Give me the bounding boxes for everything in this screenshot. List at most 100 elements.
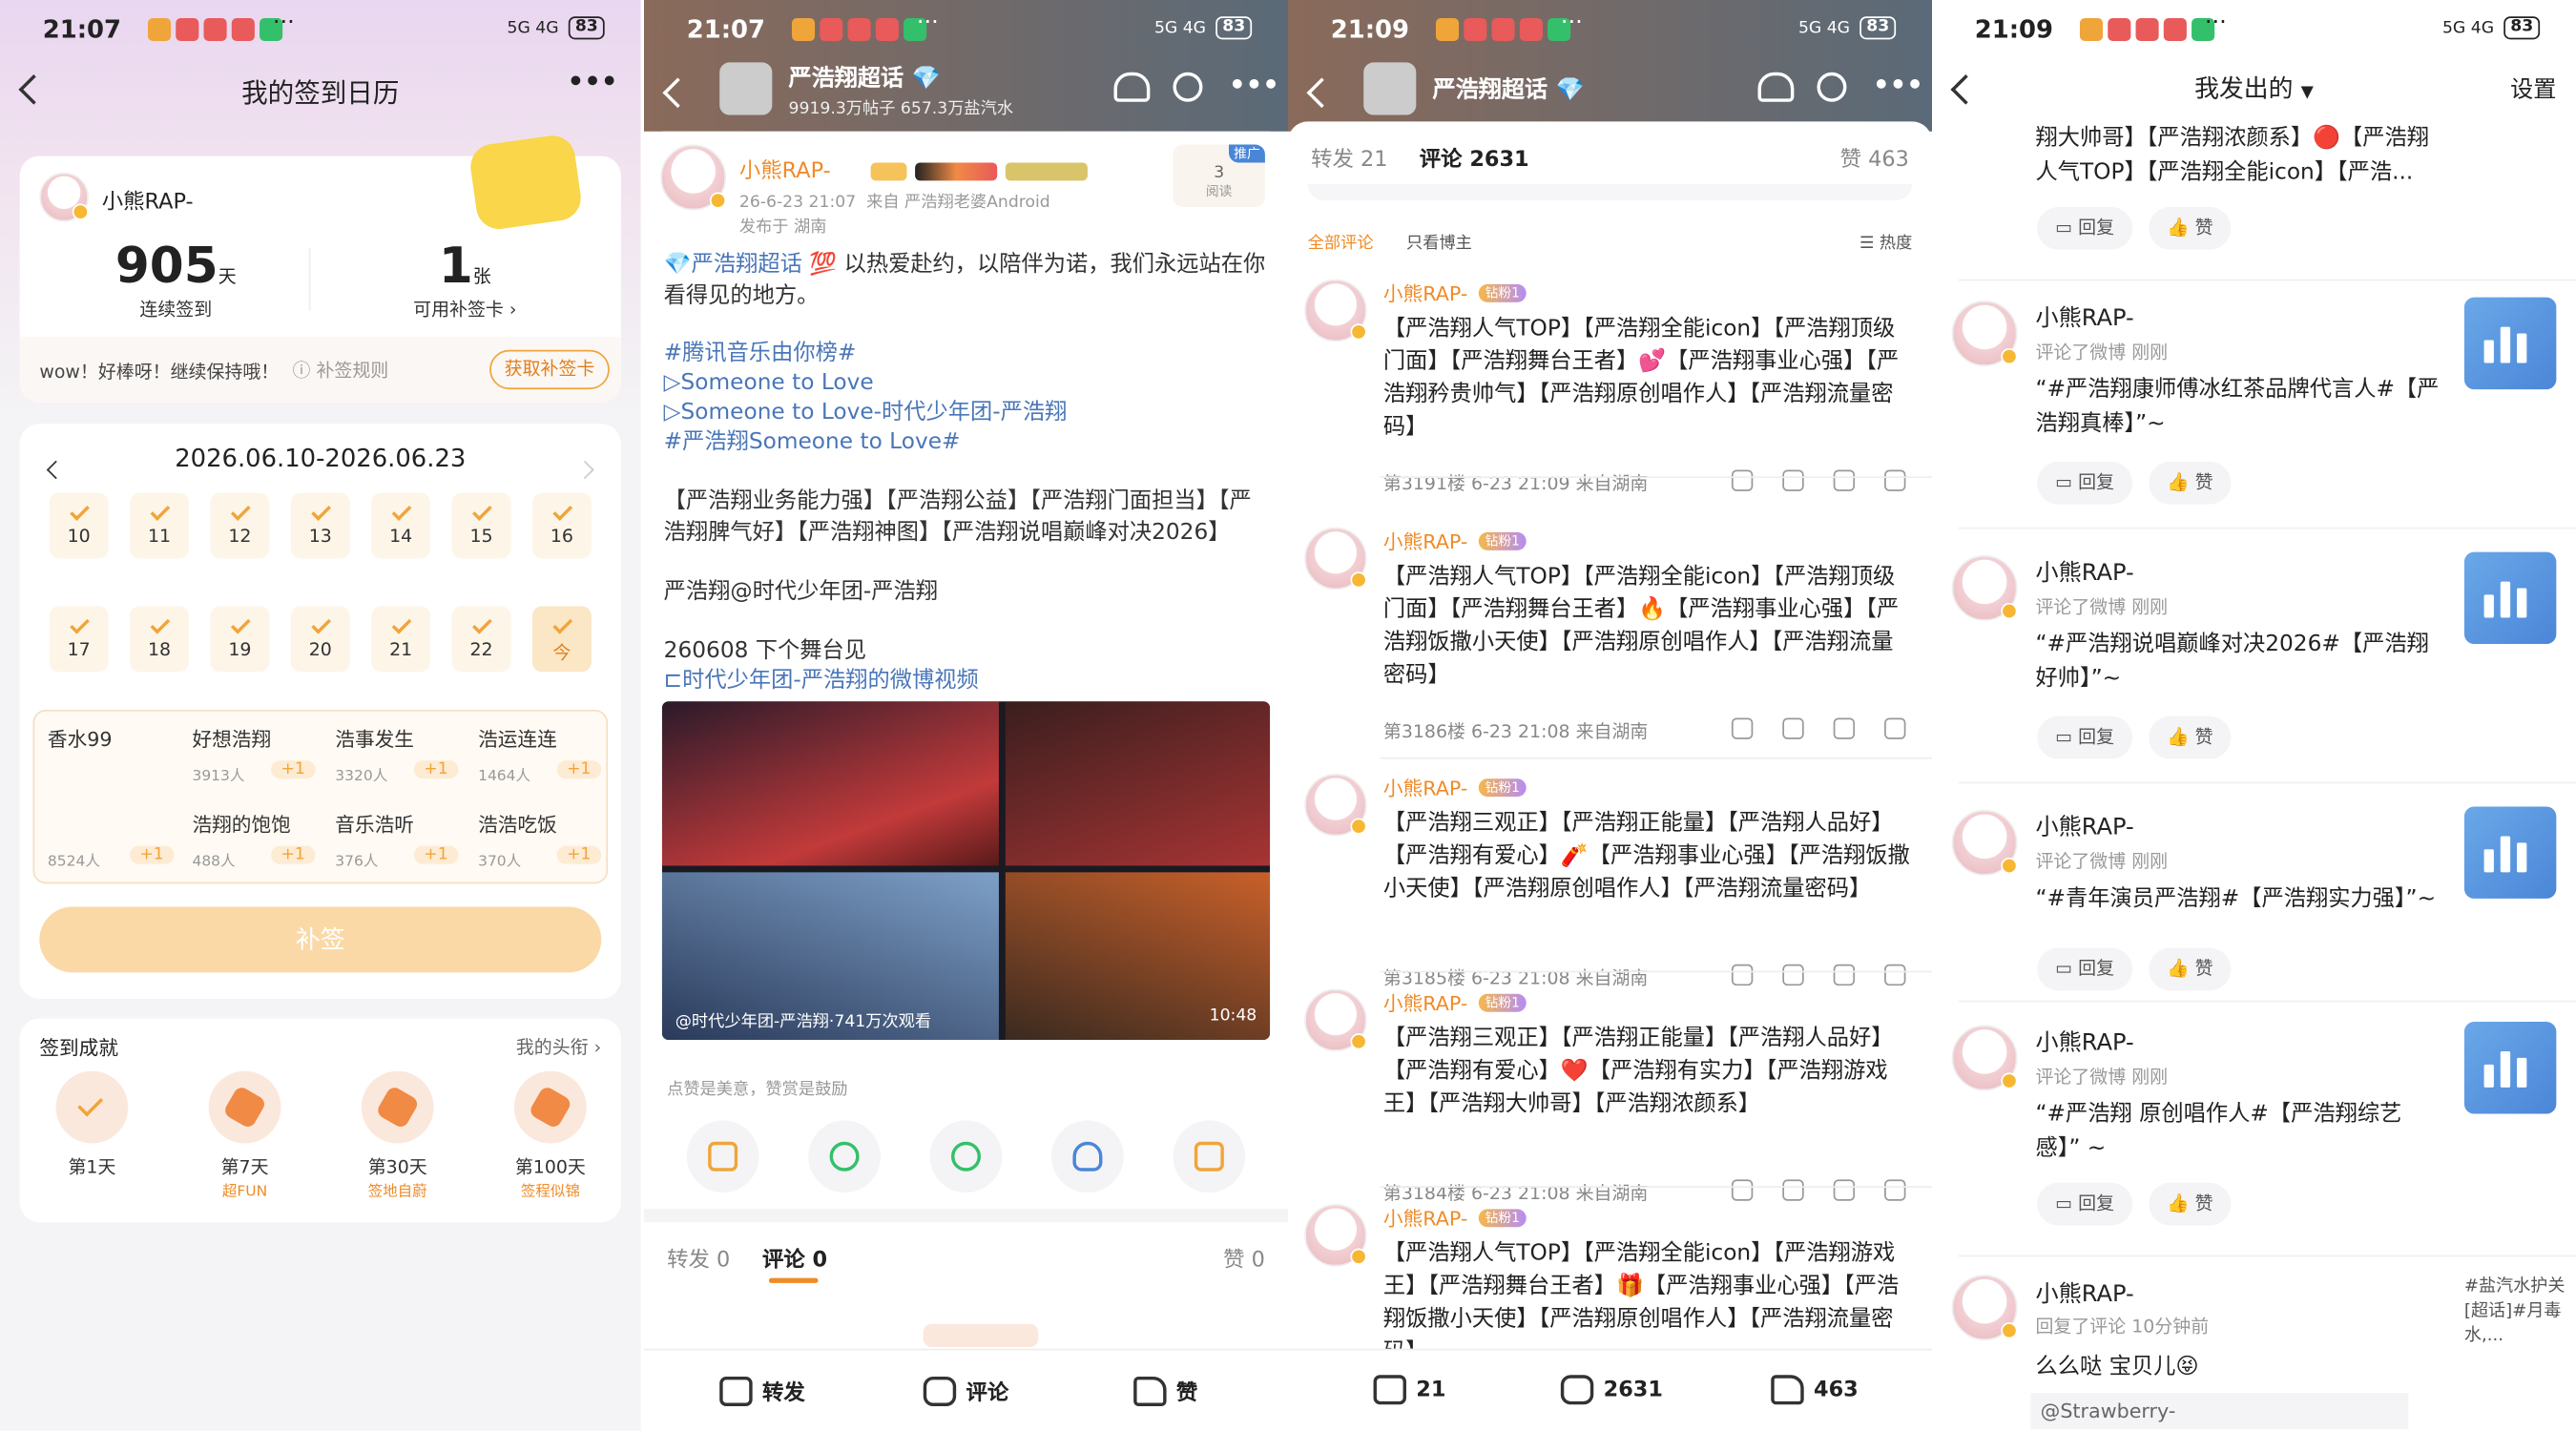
group-avatar[interactable]	[1363, 62, 1417, 115]
avatar[interactable]	[39, 172, 89, 222]
item-text[interactable]: “#严浩翔 原创唱作人#【严浩翔综艺感】” ~	[2035, 1097, 2440, 1166]
item-text[interactable]: “#严浩翔说唱巅峰对决2026#【严浩翔好帅】”~	[2035, 628, 2440, 696]
author-name[interactable]: 小熊RAP-	[739, 153, 831, 184]
next-week-button[interactable]	[575, 452, 594, 484]
reply-button[interactable]: ▭ 回复	[2037, 716, 2133, 759]
day-cell[interactable]: 15	[451, 492, 511, 559]
video-link[interactable]: ⊏时代少年团-严浩翔的微博视频	[664, 665, 979, 695]
task-plus[interactable]: +1	[271, 845, 316, 864]
tab-repost[interactable]: 转发 0	[667, 1242, 730, 1274]
settings-link[interactable]: 设置	[2510, 73, 2556, 105]
back-button[interactable]	[662, 77, 694, 111]
filter-all[interactable]: 全部评论	[1308, 228, 1374, 253]
task-item[interactable]: 浩翔的饱饱 488人 +1	[192, 810, 326, 882]
video-player[interactable]: @时代少年团-严浩翔·741万次观看 10:48	[661, 701, 1271, 1040]
more-button[interactable]: •••	[568, 66, 618, 97]
share-icon[interactable]	[1782, 469, 1804, 491]
emoji-icon[interactable]	[1731, 717, 1754, 739]
avatar[interactable]	[1951, 1025, 2018, 1091]
item-name[interactable]: 小熊RAP-	[2035, 555, 2133, 588]
avatar[interactable]	[1951, 555, 2018, 621]
like-button[interactable]: 👍 赞	[2149, 716, 2232, 759]
task-plus[interactable]: +1	[130, 845, 175, 864]
avatar[interactable]	[1304, 988, 1367, 1052]
comment-author[interactable]: 小熊RAP-	[1383, 989, 1467, 1017]
tab-comment[interactable]: 评论 2631	[1420, 141, 1529, 173]
comment-author[interactable]: 小熊RAP-	[1383, 528, 1467, 555]
weibo-thumbnail[interactable]	[2463, 1022, 2557, 1114]
search-icon[interactable]	[1817, 72, 1847, 102]
share-qq-button[interactable]	[1051, 1120, 1124, 1193]
day-cell[interactable]: 10	[49, 492, 109, 559]
song-link-2[interactable]: ▷Someone to Love-时代少年团-严浩翔	[664, 398, 1068, 428]
more-button[interactable]: •••	[1229, 69, 1279, 100]
reward-button[interactable]	[686, 1120, 759, 1193]
task-item[interactable]: 音乐浩听 376人 +1	[335, 810, 469, 882]
repost-button[interactable]: 21	[1373, 1375, 1445, 1405]
sort-toggle[interactable]: ☰ 热度	[1859, 228, 1912, 253]
promo-badge[interactable]: 推广	[1229, 144, 1265, 163]
item-name[interactable]: 小熊RAP-	[2035, 1276, 2133, 1309]
task-plus[interactable]: +1	[556, 760, 601, 779]
author-avatar[interactable]	[660, 144, 727, 211]
get-card-button[interactable]: 获取补签卡	[489, 349, 610, 390]
save-image-button[interactable]	[1173, 1120, 1246, 1193]
topic-link[interactable]: 💎严浩翔超话	[664, 251, 802, 278]
search-icon[interactable]	[1173, 72, 1203, 102]
avatar[interactable]	[1304, 279, 1367, 342]
filter-host[interactable]: 只看博主	[1406, 228, 1472, 253]
avatar[interactable]	[1951, 1275, 2018, 1341]
day-cell[interactable]: 14	[371, 492, 431, 559]
listen-icon[interactable]	[1757, 72, 1795, 102]
like-button[interactable]: 👍 赞	[2149, 1182, 2232, 1226]
comment-author[interactable]: 小熊RAP-	[1383, 774, 1467, 801]
tab-like[interactable]: 赞 0	[1223, 1242, 1265, 1274]
comment-button[interactable]: 2631	[1560, 1375, 1663, 1405]
reply-button[interactable]: ▭ 回复	[2037, 461, 2133, 505]
avatar[interactable]	[1304, 1204, 1367, 1267]
day-cell[interactable]: 22	[451, 606, 511, 673]
task-plus[interactable]: +1	[556, 845, 601, 864]
achievement-item[interactable]: 第100天 签程似锦	[513, 1070, 587, 1210]
task-item[interactable]: 浩运连连 1464人 +1	[478, 724, 613, 797]
repost-button[interactable]: 转发	[719, 1375, 805, 1406]
item-name[interactable]: 小熊RAP-	[2035, 810, 2133, 842]
hashtag-2[interactable]: #严浩翔Someone to Love#	[664, 427, 961, 458]
weibo-thumbnail[interactable]	[2463, 551, 2557, 645]
day-cell[interactable]: 11	[130, 492, 190, 559]
like-button[interactable]: 463	[1771, 1375, 1859, 1405]
weibo-thumbnail[interactable]	[2463, 806, 2557, 899]
task-item[interactable]: 浩事发生 3320人 +1	[335, 724, 469, 797]
weibo-thumbnail[interactable]	[2463, 297, 2557, 390]
reply-button[interactable]: ▭ 回复	[2037, 1182, 2133, 1226]
thumb-up-icon[interactable]	[1884, 469, 1906, 491]
avatar[interactable]	[1304, 527, 1367, 591]
achievement-item[interactable]: 第30天 签地自蔚	[361, 1070, 434, 1210]
like-button[interactable]: 👍 赞	[2149, 461, 2232, 505]
day-cell[interactable]: 17	[49, 606, 109, 673]
group-name[interactable]: 严浩翔超话 💎	[789, 61, 941, 93]
item-text[interactable]: “#严浩翔康师傅冰红茶品牌代言人#【严浩翔真棒】”~	[2035, 373, 2440, 442]
achievement-item[interactable]: 第7天 超FUN	[208, 1070, 281, 1210]
task-item[interactable]: 浩浩吃饭 370人 +1	[478, 810, 613, 882]
item-name[interactable]: 小熊RAP-	[2035, 1025, 2133, 1057]
task-first[interactable]: 香水99 8524人 +1	[48, 724, 179, 872]
day-cell[interactable]: 12	[210, 492, 270, 559]
thumb-up-icon[interactable]	[1884, 717, 1906, 739]
achievement-item[interactable]: 第1天	[55, 1070, 129, 1210]
hashtag-1[interactable]: #腾讯音乐由你榜#	[664, 339, 857, 369]
group-avatar[interactable]	[719, 62, 773, 115]
day-cell[interactable]: 20	[290, 606, 350, 673]
card-stat[interactable]: 1张 可用补签卡 ›	[375, 238, 555, 322]
day-cell[interactable]: 今	[531, 606, 592, 673]
reply-button[interactable]: ▭ 回复	[2037, 947, 2133, 991]
share-wechat-button[interactable]	[808, 1120, 881, 1193]
rules-link[interactable]: ⓘ 补签规则	[293, 357, 389, 384]
tab-like[interactable]: 赞 463	[1840, 141, 1909, 173]
group-name[interactable]: 严浩翔超话 💎	[1433, 73, 1585, 105]
like-button[interactable]: 👍 赞	[2149, 947, 2232, 991]
reply-button[interactable]: ▭ 回复	[2037, 206, 2133, 250]
more-button[interactable]: •••	[1873, 69, 1923, 100]
day-cell[interactable]: 13	[290, 492, 350, 559]
tab-repost[interactable]: 转发 21	[1311, 141, 1387, 173]
